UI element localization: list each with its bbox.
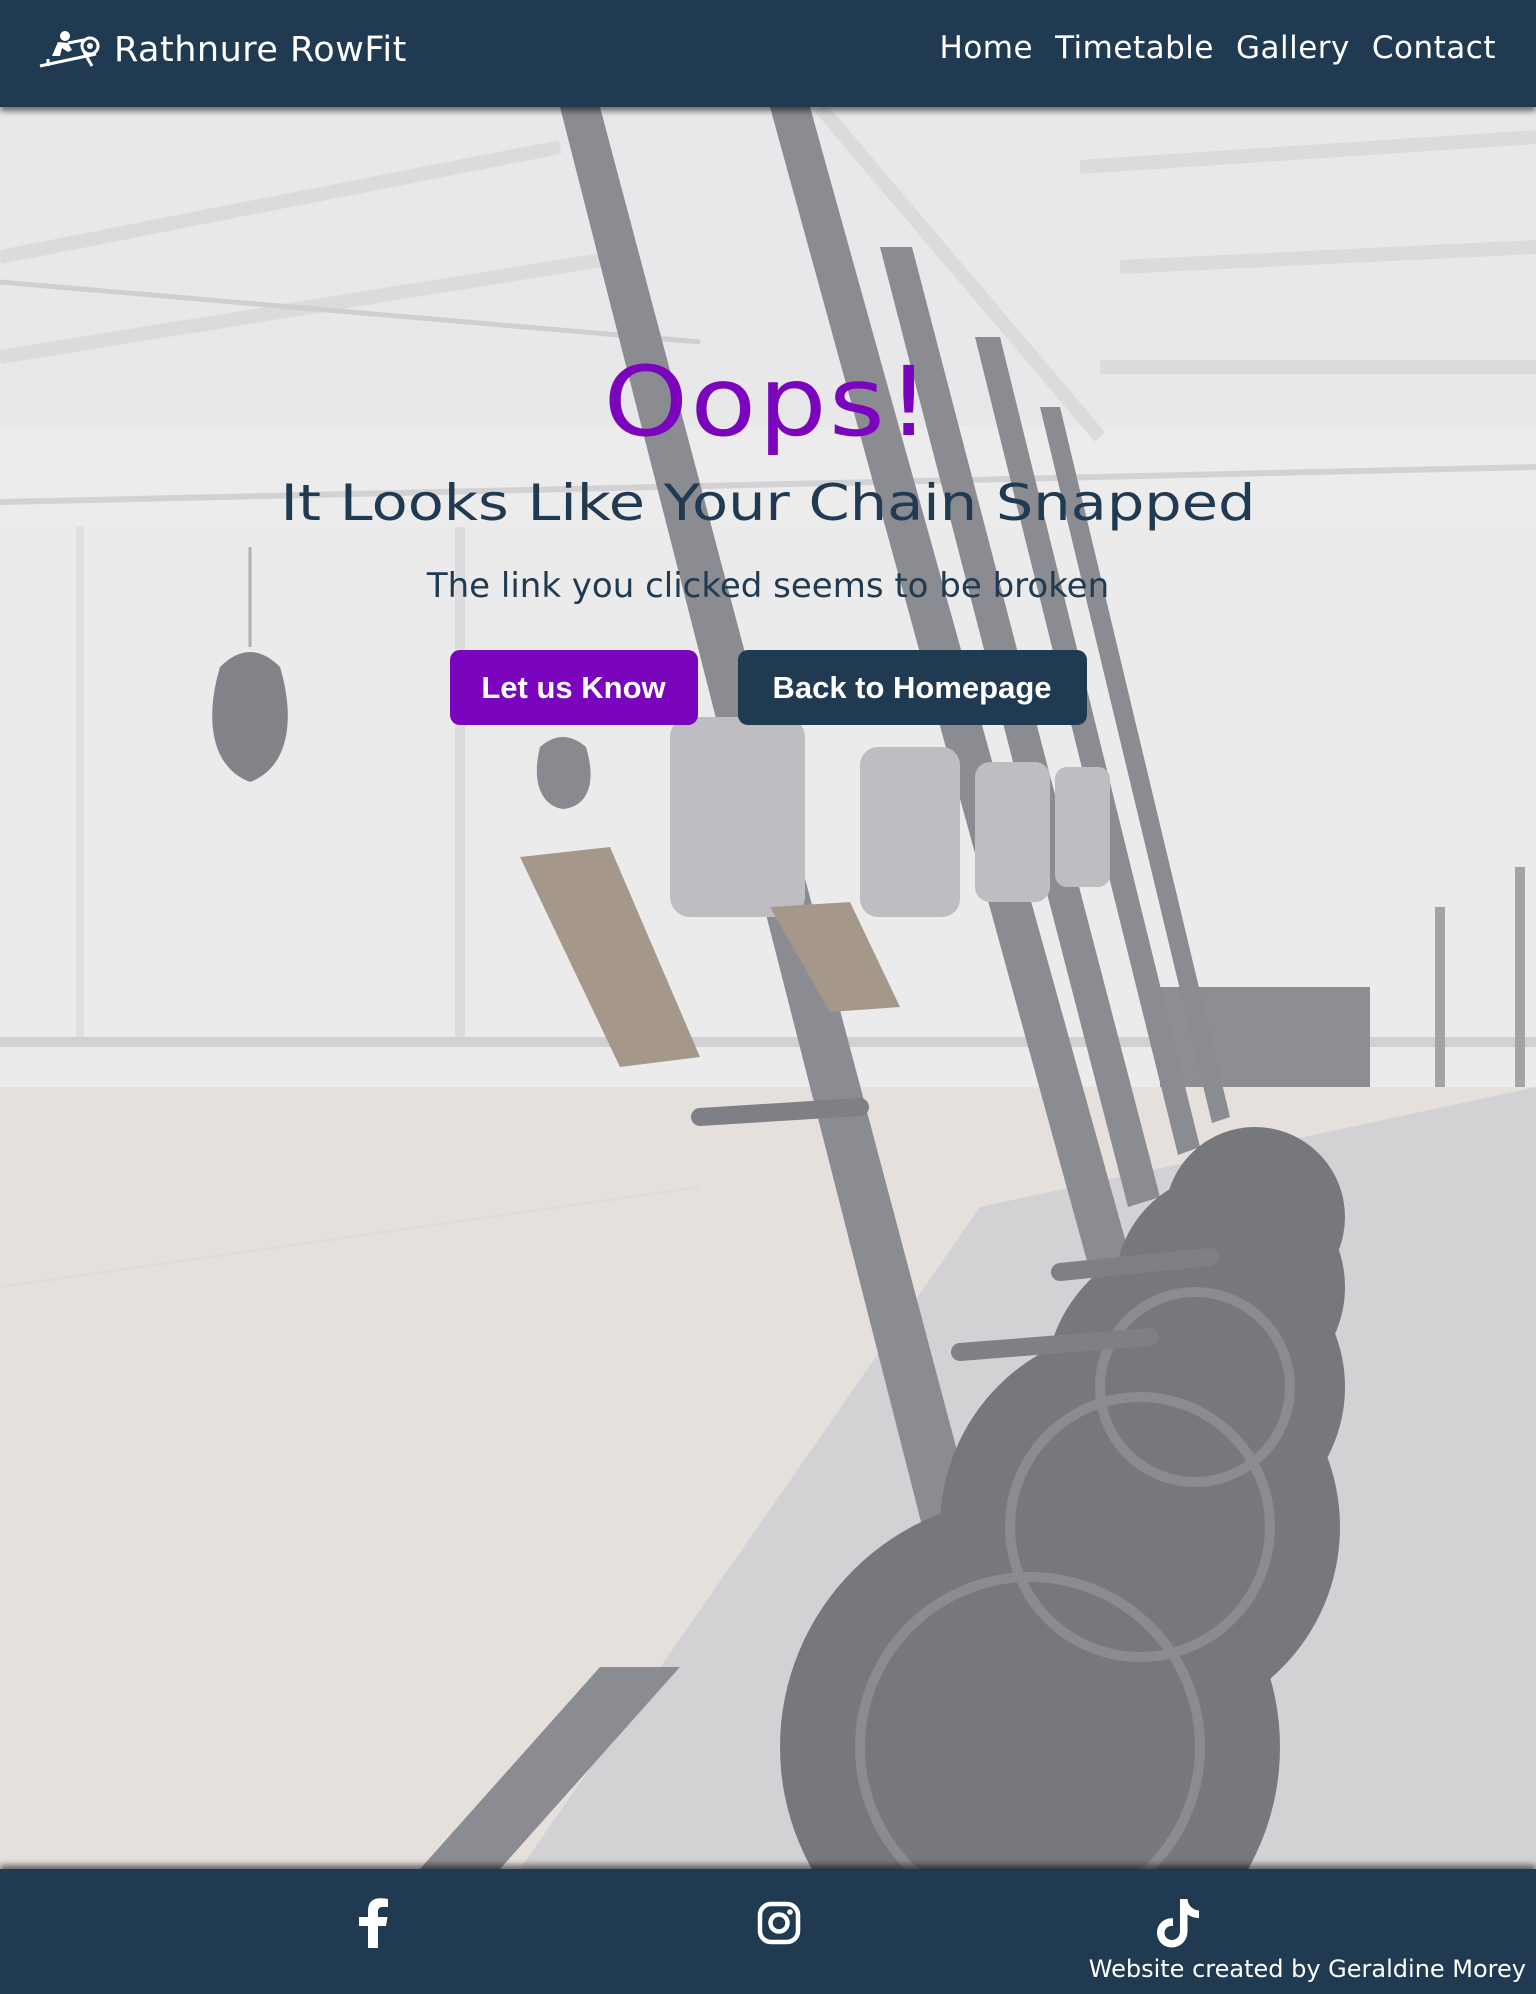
brand-name: Rathnure RowFit [114, 30, 407, 70]
instagram-icon [757, 1901, 801, 1945]
nav-gallery[interactable]: Gallery [1236, 30, 1350, 66]
facebook-icon [359, 1898, 388, 1948]
cta-row: Let us Know Back to Homepage [0, 650, 1536, 725]
facebook-link[interactable] [345, 1895, 401, 1951]
tiktok-link[interactable] [1150, 1895, 1206, 1951]
hero-section: Oops! It Looks Like Your Chain Snapped T… [0, 107, 1536, 1869]
brand-home-link[interactable]: Rathnure RowFit [38, 30, 407, 70]
nav-timetable[interactable]: Timetable [1055, 30, 1214, 66]
let-us-know-button[interactable]: Let us Know [449, 650, 698, 725]
main-nav: Home Timetable Gallery Contact [940, 30, 1496, 66]
nav-home[interactable]: Home [940, 30, 1034, 66]
rowing-machine-icon [39, 31, 100, 68]
instagram-link[interactable] [751, 1895, 807, 1951]
error-title: Oops! [603, 346, 933, 458]
footer-credit: Website created by Geraldine Morey [1088, 1955, 1526, 1983]
error-headline: It Looks Like Your Chain Snapped [280, 474, 1256, 532]
tiktok-icon [1157, 1899, 1199, 1948]
error-subline: The link you clicked seems to be broken [426, 566, 1110, 606]
back-to-homepage-button[interactable]: Back to Homepage [737, 650, 1087, 725]
site-footer: Website created by Geraldine Morey [0, 1869, 1536, 1994]
site-header: Rathnure RowFit Home Timetable Gallery C… [0, 0, 1536, 107]
nav-contact[interactable]: Contact [1372, 30, 1496, 66]
